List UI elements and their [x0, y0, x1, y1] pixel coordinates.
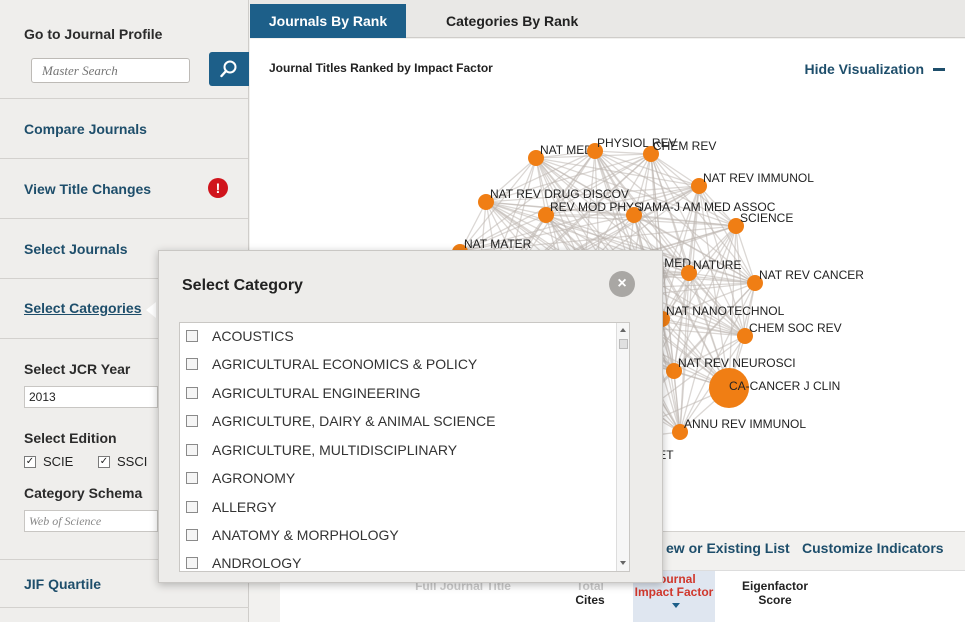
category-checkbox[interactable] [186, 557, 198, 569]
viz-title: Journal Titles Ranked by Impact Factor [269, 61, 493, 75]
jcr-year-select[interactable]: 2013 [24, 386, 158, 408]
jif-quartile-link[interactable]: JIF Quartile [24, 576, 101, 592]
journal-node-label: NAT MED [540, 143, 593, 157]
scie-checkbox[interactable]: ✓ [24, 455, 36, 468]
tab-categories-by-rank[interactable]: Categories By Rank [446, 13, 578, 29]
category-checkbox[interactable] [186, 472, 198, 484]
category-schema-label: Category Schema [24, 485, 143, 501]
category-label: ANATOMY & MORPHOLOGY [212, 527, 399, 543]
category-checkbox[interactable] [186, 330, 198, 342]
scroll-down-icon[interactable] [620, 561, 626, 565]
search-button[interactable] [209, 52, 249, 86]
category-label: AGRICULTURAL ENGINEERING [212, 385, 421, 401]
category-label: ANDROLOGY [212, 555, 302, 571]
network-edge [650, 153, 700, 187]
popover-pointer [146, 302, 156, 318]
scie-label: SCIE [43, 454, 74, 469]
journal-node-label: NAT REV NEUROSCI [678, 356, 796, 370]
list-item[interactable]: ANDROLOGY [186, 552, 302, 571]
ssci-checkbox[interactable]: ✓ [98, 455, 110, 468]
list-scrollbar[interactable] [616, 323, 629, 571]
customize-indicators-link[interactable]: Customize Indicators [802, 540, 944, 556]
close-button[interactable]: × [609, 271, 635, 297]
list-item[interactable]: ALLERGY [186, 496, 277, 518]
select-categories-link[interactable]: Select Categories [24, 300, 142, 316]
category-checkbox[interactable] [186, 358, 198, 370]
category-label: AGRICULTURE, MULTIDISCIPLINARY [212, 442, 458, 458]
journal-node-label: SCIENCE [740, 211, 793, 225]
minus-icon [933, 67, 945, 71]
category-label: AGRICULTURE, DAIRY & ANIMAL SCIENCE [212, 413, 496, 429]
category-checkbox[interactable] [186, 415, 198, 427]
journal-node-label: NAT REV DRUG DISCOV [490, 187, 629, 201]
select-category-dialog: Select Category × ACOUSTICS AGRICULTURAL… [158, 250, 663, 583]
hide-visualization-button[interactable]: Hide Visualization [804, 61, 945, 77]
journal-node-label: CHEM REV [653, 139, 716, 153]
compare-journals-link[interactable]: Compare Journals [24, 121, 147, 137]
category-label: AGRONOMY [212, 470, 296, 486]
journal-node-label: NAT MATER [464, 237, 532, 251]
list-item[interactable]: AGRICULTURAL ENGINEERING [186, 382, 420, 404]
journal-node-label: NAT REV IMMUNOL [703, 171, 814, 185]
journal-node-label: NAT NANOTECHNOL [666, 304, 785, 318]
col-eigenfactor-score[interactable]: Eigenfactor Score [740, 579, 810, 607]
tab-journals-by-rank[interactable]: Journals By Rank [250, 4, 406, 38]
journal-node-label: NATURE [693, 258, 741, 272]
profile-title: Go to Journal Profile [24, 26, 163, 42]
edition-scie[interactable]: ✓ SCIE [24, 454, 73, 469]
dialog-title: Select Category [182, 277, 303, 294]
journal-node-label: CA-CANCER J CLIN [729, 379, 840, 393]
search-icon [220, 60, 237, 78]
journal-node-label: CHEM SOC REV [749, 321, 842, 335]
alert-icon: ! [208, 178, 228, 198]
scroll-up-icon[interactable] [620, 328, 626, 332]
category-schema-select[interactable]: Web of Science [24, 510, 158, 532]
tab-bar: Journals By Rank Categories By Rank [250, 0, 965, 38]
list-item[interactable]: AGRICULTURE, DAIRY & ANIMAL SCIENCE [186, 410, 495, 432]
list-item[interactable]: ACOUSTICS [186, 325, 294, 347]
sort-desc-icon [671, 603, 680, 609]
edition-ssci[interactable]: ✓ SSCI [98, 454, 147, 469]
category-checkbox[interactable] [186, 501, 198, 513]
category-checkbox[interactable] [186, 387, 198, 399]
ssci-label: SSCI [117, 454, 148, 469]
journal-node-label: ANNU REV IMMUNOL [684, 417, 806, 431]
list-item[interactable]: AGRICULTURE, MULTIDISCIPLINARY [186, 439, 457, 461]
master-search-input[interactable] [31, 58, 190, 83]
list-item[interactable]: ANATOMY & MORPHOLOGY [186, 524, 399, 546]
edition-label: Select Edition [24, 430, 117, 446]
category-label: ACOUSTICS [212, 328, 294, 344]
category-checkbox[interactable] [186, 444, 198, 456]
sidebar-divider [0, 607, 249, 608]
jcr-year-label: Select JCR Year [24, 361, 131, 377]
journal-node-label: NAT REV CANCER [759, 268, 864, 282]
category-label: ALLERGY [212, 499, 277, 515]
scroll-thumb[interactable] [619, 339, 628, 349]
category-label: AGRICULTURAL ECONOMICS & POLICY [212, 356, 478, 372]
list-item[interactable]: AGRICULTURAL ECONOMICS & POLICY [186, 353, 477, 375]
hide-visualization-label: Hide Visualization [804, 61, 924, 77]
compare-journals-row[interactable]: Compare Journals [0, 99, 248, 159]
select-journals-link[interactable]: Select Journals [24, 241, 128, 257]
close-icon: × [617, 275, 627, 292]
view-title-changes-link[interactable]: View Title Changes [24, 181, 151, 197]
list-item[interactable]: AGRONOMY [186, 467, 295, 489]
view-existing-list-link[interactable]: ew or Existing List [666, 540, 790, 556]
category-checkbox[interactable] [186, 529, 198, 541]
col-cites[interactable]: Cites [560, 593, 620, 607]
category-list[interactable]: ACOUSTICS AGRICULTURAL ECONOMICS & POLIC… [179, 322, 630, 572]
